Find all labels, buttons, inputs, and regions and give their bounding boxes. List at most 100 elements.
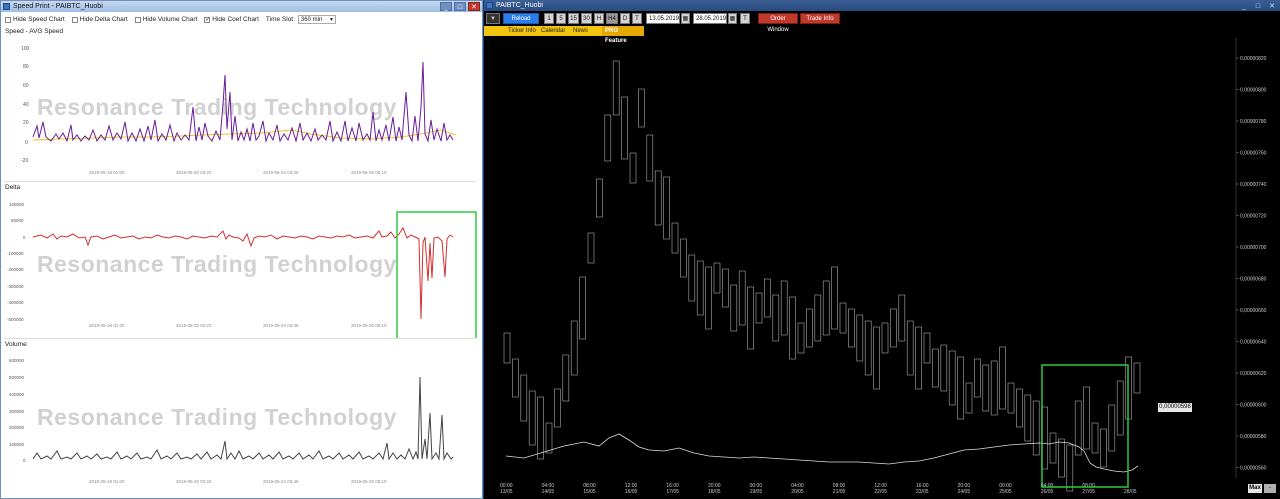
candle — [822, 280, 830, 336]
right-titlebar[interactable]: PAIBTC_Huobi _ □ ✕ — [484, 0, 1280, 11]
left-titlebar[interactable]: Speed Print - PAIBTC_Huobi _ □ ✕ — [1, 1, 482, 12]
candle — [680, 238, 687, 278]
min-button[interactable]: - — [1264, 484, 1276, 493]
calendar-icon[interactable]: ▦ — [728, 13, 737, 24]
maximize-button[interactable]: □ — [1252, 1, 1264, 10]
price-tick-label: 0,00000800 — [1240, 88, 1267, 94]
candle — [1016, 388, 1023, 428]
y-tick: 300000 — [9, 409, 25, 414]
checkbox-checked[interactable]: ✓ — [204, 16, 210, 23]
x-tick: 2019-05-24 03:46 — [263, 323, 299, 328]
maximize-button[interactable]: □ — [454, 2, 466, 11]
reload-chart-button[interactable]: Reload chart — [503, 13, 539, 33]
price-tick-label: 0,00000620 — [1240, 371, 1267, 377]
candle — [1100, 428, 1107, 468]
timeframe-15-button[interactable]: 15 — [568, 13, 579, 24]
left-window-title: Speed Print - PAIBTC_Huobi — [13, 3, 103, 10]
date-tick-label: 22/05 — [874, 489, 887, 495]
candle — [705, 266, 712, 330]
candle — [587, 232, 595, 264]
candle — [864, 320, 872, 376]
y-tick: 0 — [23, 235, 26, 240]
date-tick-label: 27/05 — [1082, 489, 1095, 495]
timeframe-t-button[interactable]: T — [632, 13, 642, 24]
candle — [713, 262, 721, 294]
timeframe-h4-button[interactable]: H4 — [606, 13, 618, 24]
volume-chart: 600000 500000 400000 300000 200000 100000 0… — [9, 358, 454, 484]
tab-news[interactable]: News — [573, 26, 588, 36]
checkbox[interactable] — [134, 16, 141, 23]
minimize-button[interactable]: _ — [1238, 1, 1250, 10]
timeframe-30-button[interactable]: 30 — [581, 13, 592, 24]
delta-line — [32, 226, 454, 320]
checkbox[interactable] — [5, 16, 11, 23]
candle — [629, 152, 637, 184]
max-button[interactable]: Max — [1248, 484, 1262, 493]
hide-volume-option[interactable]: Hide Volume Chart — [134, 14, 198, 25]
y-tick: 60 — [23, 83, 29, 89]
date-tick-label: 24/05 — [958, 489, 971, 495]
y-tick: 100 — [21, 46, 30, 52]
candle — [604, 114, 612, 162]
candle — [503, 332, 511, 364]
timeframe-h-button[interactable]: H — [594, 13, 604, 24]
candle — [948, 350, 956, 406]
candle — [932, 348, 939, 388]
candle — [789, 296, 796, 360]
checkbox[interactable] — [71, 16, 78, 23]
order-window-button[interactable]: Order Window — [758, 13, 798, 33]
date-from-input[interactable]: 13.05.2019 — [646, 13, 680, 24]
price-tick-label: 0,00000680 — [1240, 277, 1267, 283]
candle — [831, 266, 838, 330]
tab-calendar[interactable]: Calendar — [541, 26, 565, 36]
candle — [772, 294, 780, 342]
trade-info-button[interactable]: Trade Info — [800, 13, 840, 24]
hide-coef-option[interactable]: ✓ Hide Coef Chart — [204, 14, 259, 25]
candle — [890, 308, 897, 348]
candle — [579, 276, 586, 340]
panel-separator — [4, 181, 476, 182]
timeframe-d-button[interactable]: D — [620, 13, 630, 24]
speed-panel-title: Speed - AVG Speed — [5, 28, 64, 35]
options-row: Hide Speed Chart Hide Delta Chart Hide V… — [5, 14, 336, 25]
calendar-icon[interactable]: ▦ — [681, 13, 690, 24]
candle — [671, 222, 679, 254]
candle — [999, 346, 1006, 410]
candle — [806, 308, 813, 348]
date-to-input[interactable]: 28.05.2019 — [693, 13, 727, 24]
date-tick-label: 15/05 — [583, 489, 596, 495]
price-chart-window: PAIBTC_Huobi _ □ ✕ ▼ Reload chart 1 5 15… — [484, 0, 1280, 499]
t-button[interactable]: T — [740, 13, 750, 24]
volume-overlay-line — [505, 433, 1139, 473]
candle — [638, 88, 645, 128]
candle — [570, 320, 578, 376]
candle — [1066, 444, 1074, 492]
candle — [982, 364, 990, 412]
candle — [839, 302, 847, 334]
option-label: Hide Coef Chart — [212, 16, 259, 23]
hide-speed-option[interactable]: Hide Speed Chart — [5, 14, 65, 25]
tab-pro-feature[interactable]: PRO Feature — [602, 26, 644, 44]
timeslot-select[interactable]: 360 min ▼ — [297, 15, 336, 24]
candle — [562, 354, 570, 402]
x-tick: 2019-05-20 02:22 — [176, 323, 212, 328]
y-tick: 600000 — [9, 358, 25, 363]
candle — [755, 292, 763, 324]
close-button[interactable]: ✕ — [1266, 1, 1278, 10]
candle — [646, 134, 654, 182]
date-tick-label: 16/05 — [625, 489, 638, 495]
hide-delta-option[interactable]: Hide Delta Chart — [71, 14, 128, 25]
timeframe-5-button[interactable]: 5 — [556, 13, 566, 24]
minimize-button[interactable]: _ — [440, 2, 452, 11]
close-button[interactable]: ✕ — [468, 2, 480, 11]
current-price-label: 0,00000598 — [1158, 403, 1192, 412]
candle — [1091, 422, 1099, 454]
y-tick: 0 — [25, 140, 28, 146]
option-label: Hide Volume Chart — [142, 16, 198, 23]
date-tick-label: 25/05 — [999, 489, 1012, 495]
candle — [915, 326, 922, 390]
x-tick: 2019-05-24 03:46 — [263, 479, 299, 484]
dropdown-button[interactable]: ▼ — [486, 13, 500, 24]
timeframe-1-button[interactable]: 1 — [544, 13, 554, 24]
tab-ticker-info[interactable]: Ticker Info — [508, 26, 536, 36]
